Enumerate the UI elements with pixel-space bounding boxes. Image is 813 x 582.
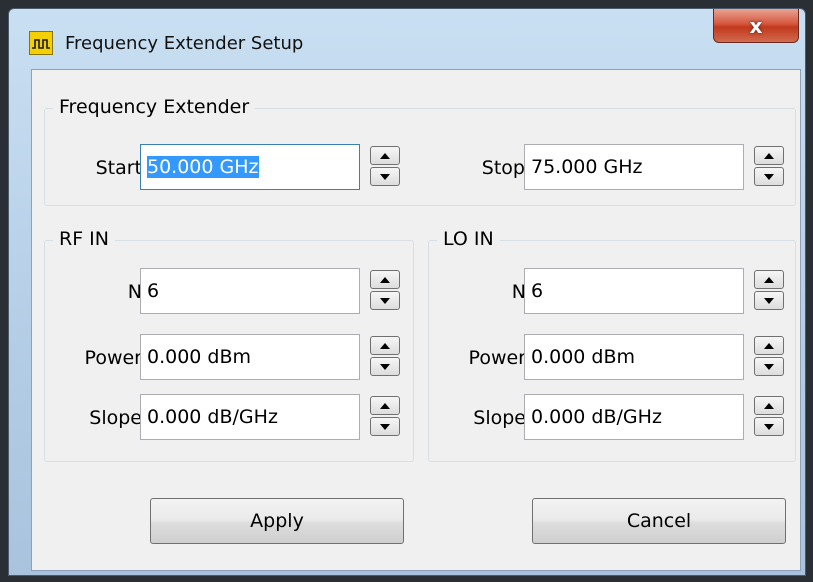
stop-label: Stop [481,157,525,179]
rf-slope-label: Slope [89,407,142,429]
spin-up-icon[interactable] [370,396,400,415]
cancel-button[interactable]: Cancel [532,498,786,544]
rf-slope-input[interactable]: 0.000 dB/GHz [140,394,360,440]
stop-spinner[interactable] [754,146,784,186]
lo-in-group-label: LO IN [437,227,500,251]
spin-down-icon[interactable] [370,291,400,310]
rf-n-spinner[interactable] [370,270,400,310]
spin-up-icon[interactable] [754,396,784,415]
lo-slope-label: Slope [473,407,526,429]
start-spinner[interactable] [370,146,400,186]
rf-n-input[interactable]: 6 [140,268,360,314]
lo-power-input[interactable]: 0.000 dBm [524,334,744,380]
spin-down-icon[interactable] [754,357,784,376]
spin-down-icon[interactable] [754,417,784,436]
lo-slope-input[interactable]: 0.000 dB/GHz [524,394,744,440]
spin-up-icon[interactable] [754,336,784,355]
lo-n-input[interactable]: 6 [524,268,744,314]
rf-power-spinner[interactable] [370,336,400,376]
dialog-client-area: Frequency Extender Start 50.000 GHz Stop… [31,69,801,571]
rf-n-label: N [127,281,142,303]
lo-power-spinner[interactable] [754,336,784,376]
frequency-extender-group-label: Frequency Extender [53,95,256,119]
rf-slope-spinner[interactable] [370,396,400,436]
spin-down-icon[interactable] [370,417,400,436]
spin-down-icon[interactable] [370,167,400,186]
spin-up-icon[interactable] [754,270,784,289]
spin-up-icon[interactable] [370,336,400,355]
dialog-window: Frequency Extender Setup x Frequency Ext… [8,8,806,576]
start-label: Start [95,157,142,179]
spin-up-icon[interactable] [754,146,784,165]
spin-up-icon[interactable] [370,270,400,289]
spin-down-icon[interactable] [370,357,400,376]
spin-down-icon[interactable] [754,291,784,310]
stop-input[interactable]: 75.000 GHz [524,144,744,190]
rf-power-input[interactable]: 0.000 dBm [140,334,360,380]
waveform-icon [29,31,53,55]
close-button[interactable]: x [713,9,799,43]
rf-power-label: Power [84,347,142,369]
lo-n-spinner[interactable] [754,270,784,310]
rf-in-group-label: RF IN [53,227,115,251]
lo-power-label: Power [468,347,526,369]
start-value: 50.000 GHz [147,156,259,178]
title-bar[interactable]: Frequency Extender Setup x [9,9,805,69]
close-icon: x [749,13,763,38]
start-input[interactable]: 50.000 GHz [140,144,360,190]
window-title: Frequency Extender Setup [65,33,304,54]
apply-button[interactable]: Apply [150,498,404,544]
lo-slope-spinner[interactable] [754,396,784,436]
spin-up-icon[interactable] [370,146,400,165]
spin-down-icon[interactable] [754,167,784,186]
lo-n-label: N [511,281,526,303]
